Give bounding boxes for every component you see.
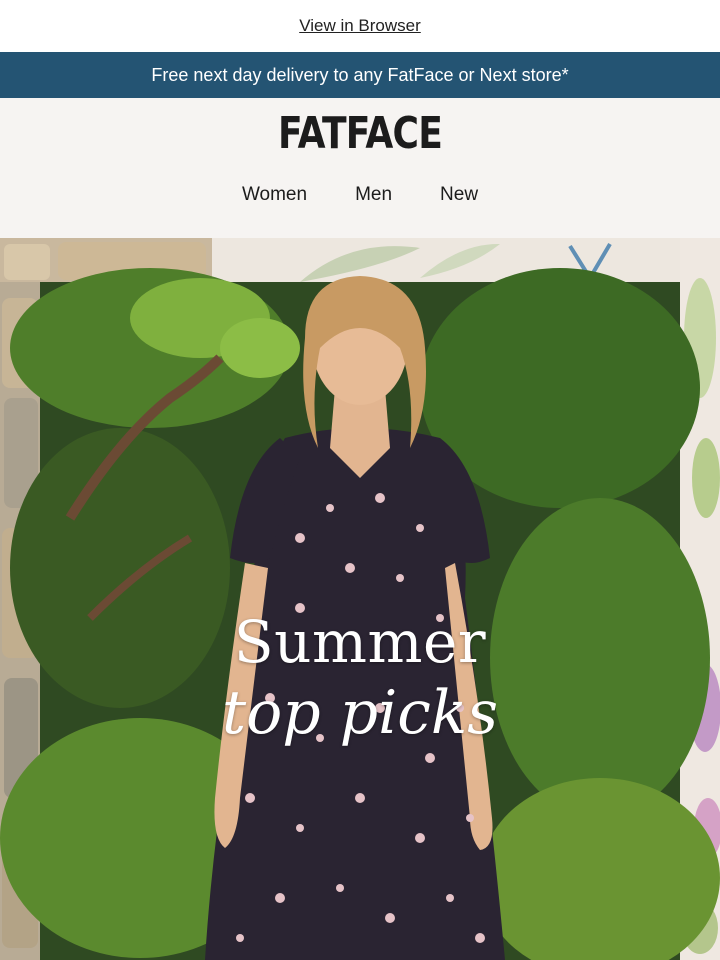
delivery-banner-text: Free next day delivery to any FatFace or… xyxy=(151,64,569,85)
fatface-logo[interactable]: FATFACE xyxy=(65,108,655,159)
nav-item-women[interactable]: Women xyxy=(242,184,307,206)
header: FATFACE Women Men New xyxy=(0,98,720,238)
view-in-browser-bar: View in Browser xyxy=(0,0,720,52)
delivery-banner[interactable]: Free next day delivery to any FatFace or… xyxy=(0,52,720,98)
main-nav: Women Men New xyxy=(0,184,720,206)
view-in-browser-link[interactable]: View in Browser xyxy=(299,16,421,36)
hero-headline-line2: top picks xyxy=(221,678,499,748)
nav-item-new[interactable]: New xyxy=(440,184,478,206)
hero-image xyxy=(0,238,720,960)
hero-banner[interactable]: Summer top picks xyxy=(0,238,720,960)
nav-item-men[interactable]: Men xyxy=(355,184,392,206)
hero-headline-line1: Summer xyxy=(233,608,487,676)
